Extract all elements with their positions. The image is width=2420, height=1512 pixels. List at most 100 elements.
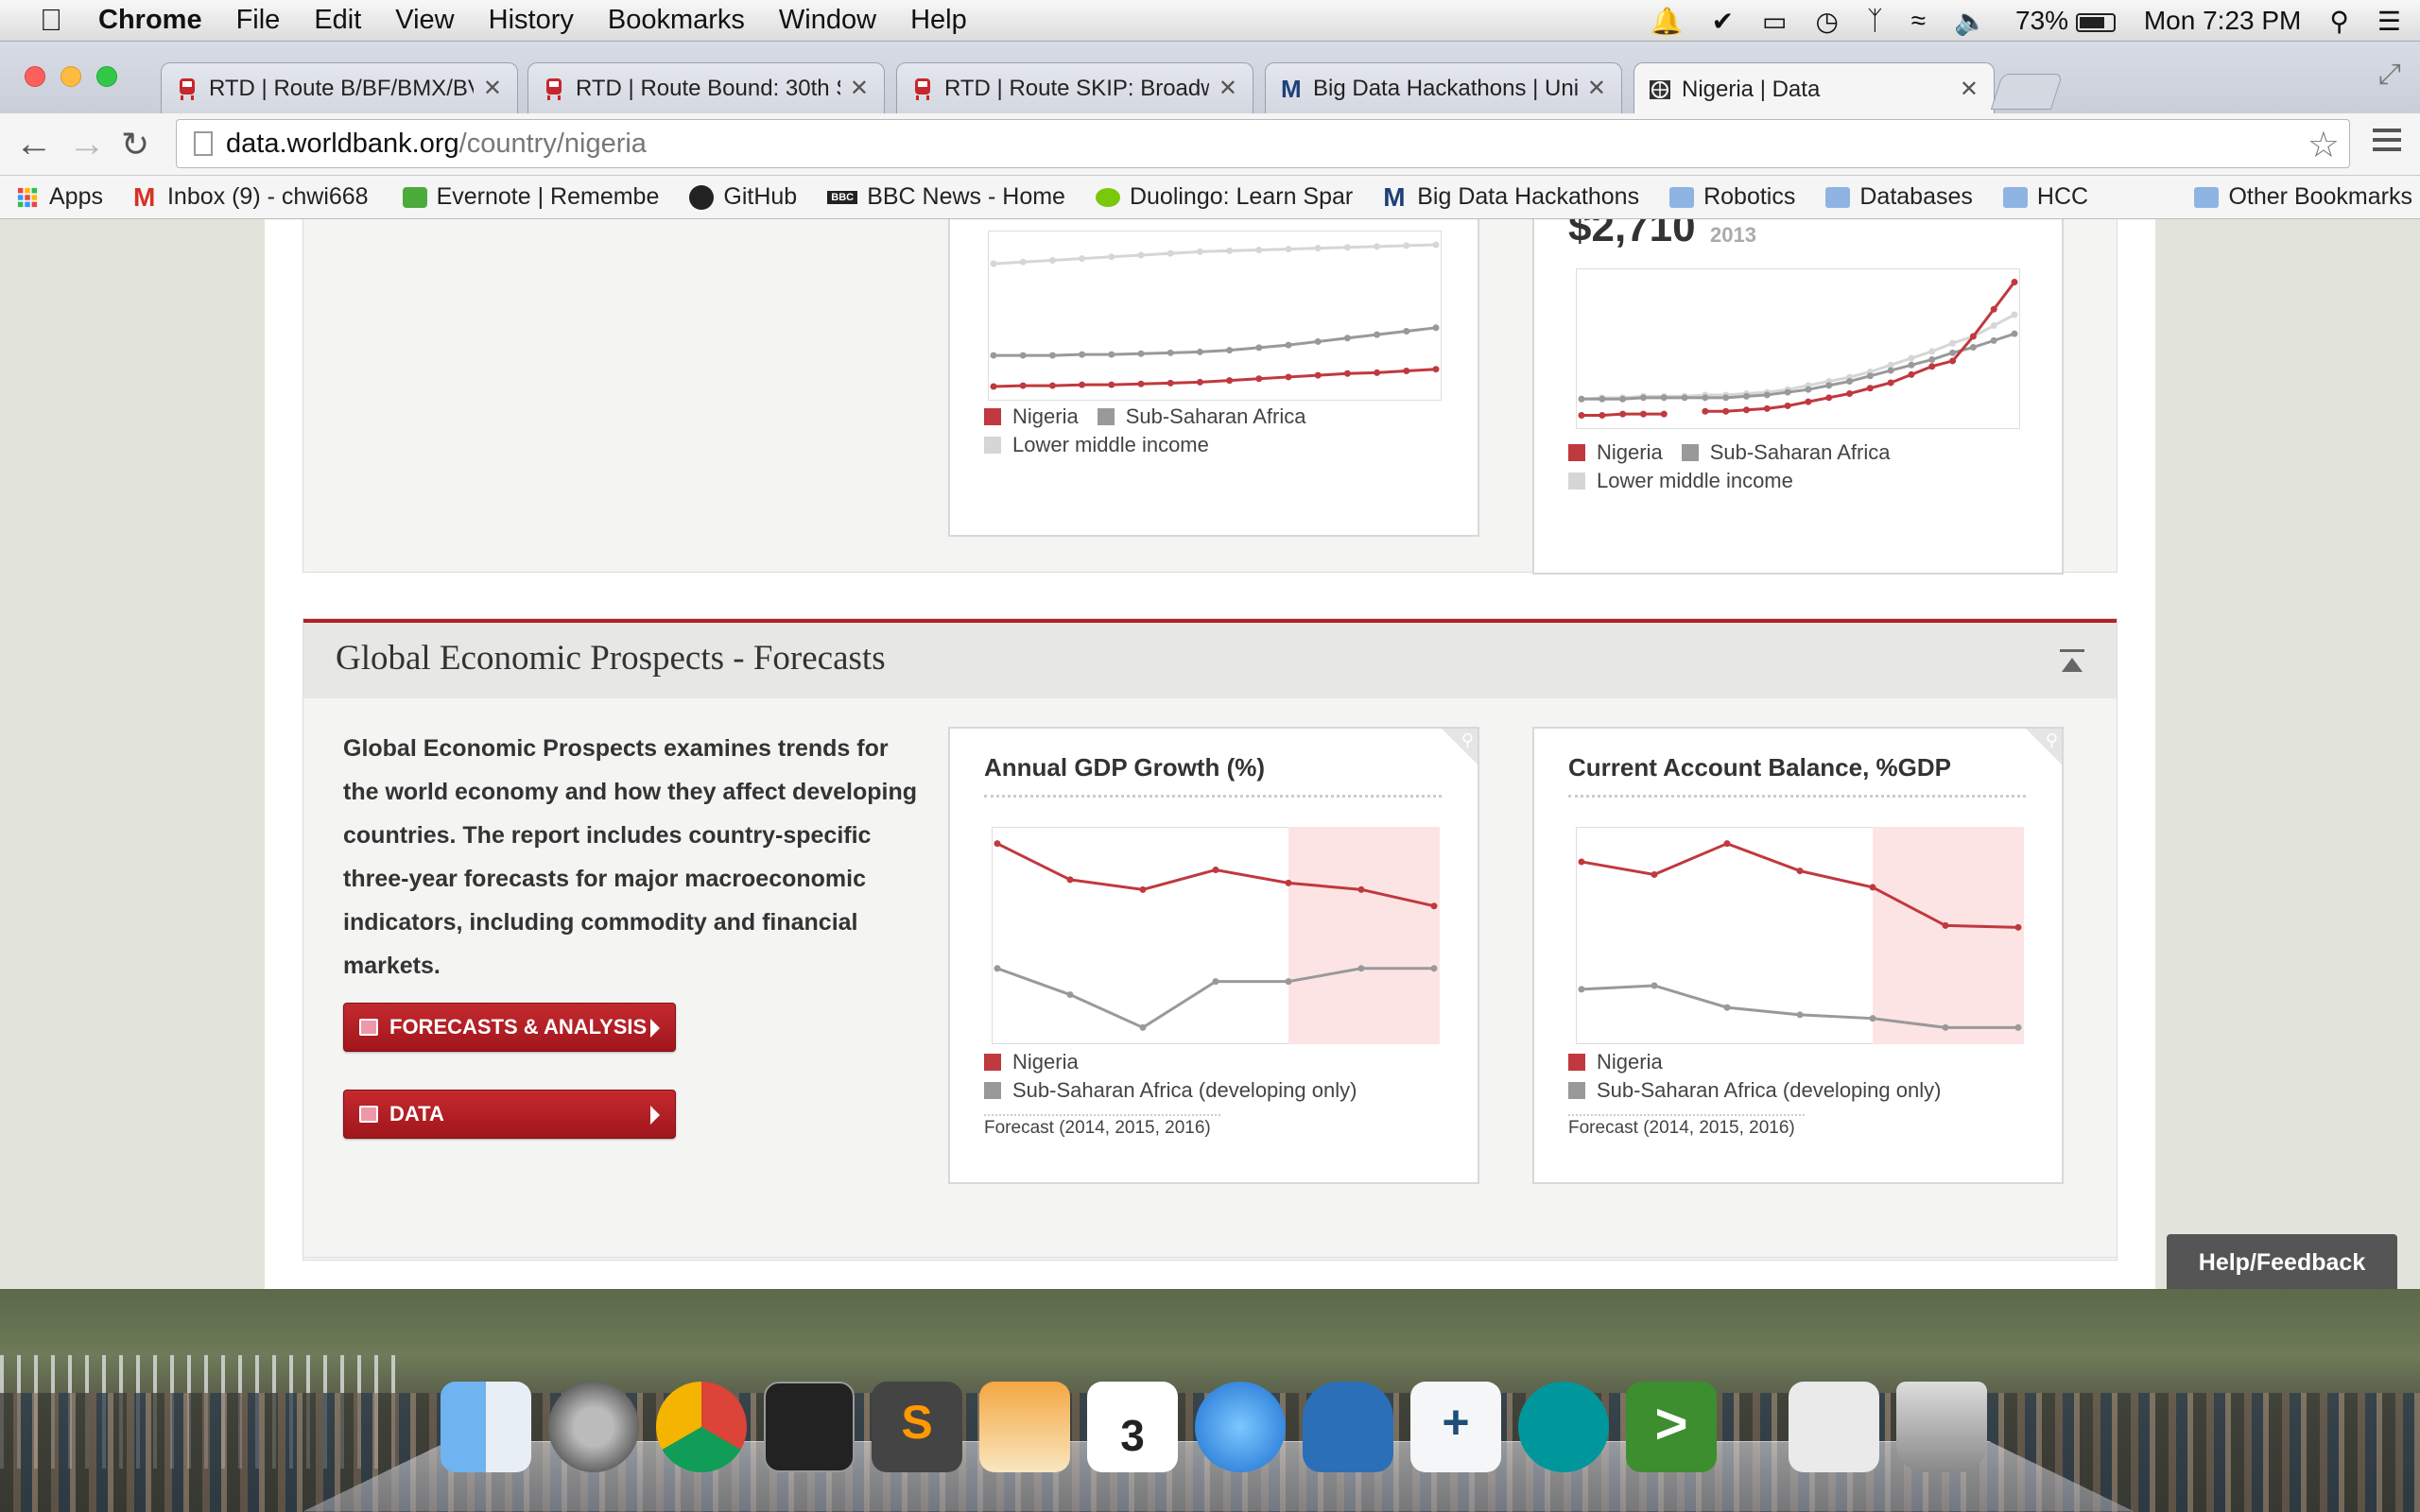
forward-arrow-icon[interactable]: → — [68, 123, 106, 165]
data-point[interactable] — [1137, 251, 1145, 259]
data-point[interactable] — [1079, 255, 1086, 263]
data-point[interactable] — [1908, 361, 1915, 369]
arduino-icon[interactable] — [1518, 1382, 1609, 1472]
data-point[interactable] — [1196, 348, 1203, 355]
menu-view[interactable]: View — [395, 5, 454, 36]
data-point[interactable] — [1723, 1004, 1731, 1011]
data-point[interactable] — [1314, 245, 1322, 252]
data-point[interactable] — [1660, 410, 1668, 418]
data-point[interactable] — [1887, 367, 1894, 374]
bookmark-inbox[interactable]: M Inbox (9) - chwi668 — [133, 183, 369, 211]
data-point[interactable] — [1949, 339, 1957, 347]
data-point[interactable] — [1226, 377, 1234, 385]
tab-rtd-route-skip[interactable]: RTD | Route SKIP: Broadwa ✕ — [896, 62, 1253, 113]
data-point[interactable] — [1942, 1023, 1949, 1031]
data-point[interactable] — [2014, 1023, 2022, 1031]
data-point[interactable] — [1639, 394, 1647, 402]
postgresql-elephant-icon[interactable] — [1303, 1382, 1393, 1472]
data-point[interactable] — [1942, 921, 1949, 929]
data-point[interactable] — [1430, 965, 1438, 972]
data-point[interactable] — [2011, 330, 2018, 337]
data-point[interactable] — [1167, 249, 1174, 257]
launch-arrow-icon[interactable]: > — [1626, 1382, 1717, 1472]
data-point[interactable] — [1639, 410, 1647, 418]
data-point[interactable] — [1048, 352, 1056, 359]
bookmark-bbc[interactable]: BBC BBC News - Home — [827, 183, 1065, 211]
data-point[interactable] — [1763, 391, 1771, 399]
address-bar[interactable]: data.worldbank.org/country/nigeria ☆ — [176, 119, 2350, 168]
gep-header[interactable]: Global Economic Prospects - Forecasts — [303, 619, 2117, 698]
data-point[interactable] — [1578, 395, 1585, 403]
wifi-icon[interactable]: ≈ — [1911, 6, 1926, 36]
data-point[interactable] — [1908, 354, 1915, 362]
data-point[interactable] — [1066, 991, 1074, 999]
battery-status[interactable]: 73% — [2015, 6, 2116, 36]
trash-icon[interactable] — [1896, 1382, 1987, 1472]
data-point[interactable] — [1702, 394, 1709, 402]
clock[interactable]: Mon 7:23 PM — [2144, 6, 2302, 36]
data-point[interactable] — [1578, 986, 1585, 993]
data-point[interactable] — [1357, 885, 1365, 893]
menu-app-name[interactable]: Chrome — [98, 5, 202, 36]
data-point[interactable] — [1619, 410, 1627, 418]
data-point[interactable] — [1314, 337, 1322, 345]
data-point[interactable] — [1403, 368, 1410, 375]
data-point[interactable] — [1374, 331, 1381, 338]
collapse-icon[interactable] — [2060, 649, 2084, 674]
data-point[interactable] — [1255, 375, 1263, 383]
data-point[interactable] — [1285, 978, 1292, 986]
data-point[interactable] — [1825, 382, 1833, 389]
data-point[interactable] — [1990, 336, 1997, 344]
data-point[interactable] — [1928, 356, 1936, 364]
data-point[interactable] — [1990, 322, 1997, 330]
data-button[interactable]: DATA — [343, 1090, 676, 1139]
fullscreen-icon[interactable]: ⤢ — [2378, 59, 2401, 91]
data-point[interactable] — [1949, 349, 1957, 356]
data-point[interactable] — [1196, 378, 1203, 386]
data-point[interactable] — [1578, 858, 1585, 866]
close-tab-icon[interactable]: ✕ — [1587, 75, 1606, 102]
data-point[interactable] — [2011, 278, 2018, 285]
data-point[interactable] — [1430, 902, 1438, 910]
data-point[interactable] — [1285, 373, 1292, 381]
bookmark-github[interactable]: GitHub — [689, 183, 797, 211]
data-point[interactable] — [2014, 923, 2022, 931]
data-point[interactable] — [1928, 348, 1936, 355]
data-point[interactable] — [1651, 870, 1658, 878]
data-point[interactable] — [1869, 884, 1876, 891]
data-point[interactable] — [1019, 352, 1027, 359]
notification-center-icon[interactable]: ☰ — [2377, 6, 2401, 37]
tableau-icon[interactable]: + — [1410, 1382, 1501, 1472]
data-point[interactable] — [1432, 241, 1440, 249]
minimize-window-button[interactable] — [60, 66, 81, 87]
zoom-window-button[interactable] — [96, 66, 117, 87]
data-point[interactable] — [1079, 351, 1086, 358]
data-point[interactable] — [1255, 344, 1263, 352]
data-point[interactable] — [1722, 394, 1730, 402]
tab-rtd-route-bound[interactable]: RTD | Route Bound: 30th S ✕ — [527, 62, 885, 113]
data-point[interactable] — [1805, 386, 1812, 393]
data-point[interactable] — [1108, 381, 1115, 388]
data-point[interactable] — [1285, 246, 1292, 253]
forecasts-analysis-button[interactable]: FORECASTS & ANALYSIS — [343, 1003, 676, 1052]
close-tab-icon[interactable]: ✕ — [1960, 76, 1979, 103]
data-point[interactable] — [1908, 370, 1915, 378]
data-point[interactable] — [1374, 243, 1381, 250]
data-point[interactable] — [1846, 378, 1854, 386]
airplay-icon[interactable]: ▭ — [1762, 6, 1787, 37]
chrome-icon[interactable] — [656, 1382, 747, 1472]
data-point[interactable] — [1619, 395, 1627, 403]
data-point[interactable] — [1866, 385, 1874, 392]
data-point[interactable] — [994, 840, 1001, 848]
close-tab-icon[interactable]: ✕ — [483, 75, 502, 102]
data-point[interactable] — [1742, 392, 1750, 400]
bookmark-folder-robotics[interactable]: Robotics — [1669, 183, 1795, 211]
data-point[interactable] — [1599, 412, 1606, 420]
data-point[interactable] — [1763, 404, 1771, 412]
data-point[interactable] — [1167, 349, 1174, 356]
data-point[interactable] — [1866, 372, 1874, 380]
volume-icon[interactable]: 🔈 — [1954, 6, 1987, 37]
data-point[interactable] — [1139, 1023, 1147, 1031]
tab-big-data-hackathons[interactable]: M Big Data Hackathons | Univ ✕ — [1265, 62, 1622, 113]
data-point[interactable] — [1969, 333, 1977, 340]
